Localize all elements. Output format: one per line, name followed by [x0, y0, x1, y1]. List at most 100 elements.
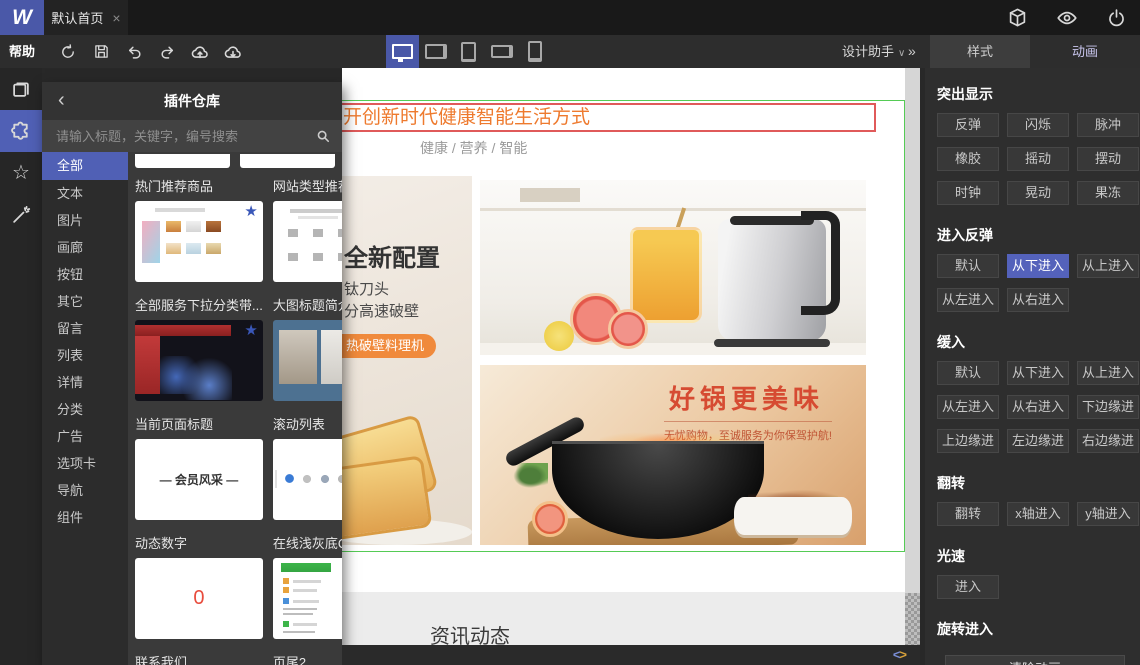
- device-tablet-landscape-button[interactable]: [419, 35, 452, 68]
- redo-icon[interactable]: [155, 40, 179, 64]
- cube-icon[interactable]: [1008, 8, 1027, 27]
- category-广告[interactable]: 广告: [42, 423, 128, 450]
- search-icon[interactable]: [316, 129, 330, 143]
- scrollbar-thumb[interactable]: [905, 593, 920, 645]
- plugin-item[interactable]: 热门推荐商品 ★: [135, 174, 263, 282]
- category-留言[interactable]: 留言: [42, 315, 128, 342]
- animation-button-从左进入[interactable]: 从左进入: [937, 395, 999, 419]
- animation-button-从下进入[interactable]: 从下进入: [1007, 254, 1069, 278]
- plugin-search-input[interactable]: [54, 127, 308, 145]
- animation-button-右边缘进[interactable]: 右边缘进: [1077, 429, 1139, 453]
- animation-button-x轴进入[interactable]: x轴进入: [1007, 502, 1069, 526]
- star-badge-icon[interactable]: ★: [244, 204, 257, 219]
- animation-button-晃动[interactable]: 晃动: [1007, 181, 1069, 205]
- rail-pages-button[interactable]: [0, 68, 42, 110]
- animation-button-时钟[interactable]: 时钟: [937, 181, 999, 205]
- category-文本[interactable]: 文本: [42, 180, 128, 207]
- star-badge-icon[interactable]: ★: [244, 323, 257, 338]
- animation-button-从下进入[interactable]: 从下进入: [1007, 361, 1069, 385]
- animation-button-摆动[interactable]: 摆动: [1077, 147, 1139, 171]
- design-canvas[interactable]: 开创新时代健康智能生活方式 健康 / 营养 / 智能 全新配置 钛刀头 分高速破…: [342, 68, 905, 645]
- canvas-vertical-scrollbar[interactable]: [905, 68, 920, 645]
- cloud-upload-icon[interactable]: [188, 40, 212, 64]
- help-button[interactable]: 帮助: [9, 35, 35, 68]
- animation-button-上边缘进[interactable]: 上边缘进: [937, 429, 999, 453]
- device-phone-portrait-button[interactable]: [518, 35, 551, 68]
- animation-button-从右进入[interactable]: 从右进入: [1007, 395, 1069, 419]
- plugin-item-thumbnail-big-image-switch[interactable]: [272, 320, 342, 401]
- plugin-item-thumbnail-page-title[interactable]: — 会员风采 —: [135, 439, 263, 520]
- rail-favorites-button[interactable]: ☆: [0, 152, 42, 194]
- animation-button-从上进入[interactable]: 从上进入: [1077, 361, 1139, 385]
- plugin-item-thumbnail-services-menu[interactable]: ★: [135, 320, 263, 401]
- plugin-item-partial[interactable]: [240, 154, 335, 168]
- animation-button-果冻[interactable]: 果冻: [1077, 181, 1139, 205]
- category-全部[interactable]: 全部: [42, 152, 128, 180]
- plugin-item[interactable]: 网站类型推荐 ★: [272, 174, 342, 282]
- plugin-item[interactable]: 联系我们: [135, 650, 263, 665]
- animation-button-摇动[interactable]: 摇动: [1007, 147, 1069, 171]
- animation-button-从右进入[interactable]: 从右进入: [1007, 288, 1069, 312]
- category-画廊[interactable]: 画廊: [42, 234, 128, 261]
- save-icon[interactable]: [89, 40, 113, 64]
- clear-animation-button[interactable]: 清除动画: [945, 655, 1125, 665]
- back-chevron-icon[interactable]: ‹: [58, 82, 65, 120]
- animation-button-橡胶[interactable]: 橡胶: [937, 147, 999, 171]
- cloud-download-icon[interactable]: [221, 40, 245, 64]
- plugin-item[interactable]: 滚动列表 ★: [272, 412, 342, 520]
- animation-button-默认[interactable]: 默认: [937, 254, 999, 278]
- power-icon[interactable]: [1107, 8, 1126, 27]
- page-tab[interactable]: 默认首页 ×: [44, 0, 128, 35]
- preview-eye-icon[interactable]: [1057, 8, 1077, 28]
- category-选项卡[interactable]: 选项卡: [42, 450, 128, 477]
- undo-icon[interactable]: [122, 40, 146, 64]
- category-其它[interactable]: 其它: [42, 288, 128, 315]
- animation-button-闪烁[interactable]: 闪烁: [1007, 113, 1069, 137]
- plugin-item-thumbnail-scroll-list[interactable]: ★: [272, 439, 342, 520]
- left-banner-image[interactable]: 全新配置 钛刀头 分高速破壁 热破壁料理机: [342, 176, 472, 545]
- collapse-chevron[interactable]: »: [908, 35, 916, 68]
- plugin-item-thumbnail-qq-service[interactable]: [272, 558, 342, 639]
- rail-plugins-button[interactable]: [0, 110, 42, 152]
- plugin-item-partial[interactable]: [135, 154, 230, 168]
- plugin-item[interactable]: 全部服务下拉分类带... ★: [135, 293, 263, 401]
- device-tablet-portrait-button[interactable]: [452, 35, 485, 68]
- plugin-item[interactable]: 在线浅灰底QQ客服: [272, 531, 342, 639]
- plugin-item[interactable]: 动态数字 0: [135, 531, 263, 639]
- animation-button-默认[interactable]: 默认: [937, 361, 999, 385]
- animation-button-翻转[interactable]: 翻转: [937, 502, 999, 526]
- code-view-icon[interactable]: <>: [893, 647, 907, 662]
- animation-button-从左进入[interactable]: 从左进入: [937, 288, 999, 312]
- plugin-item-thumbnail-dynamic-number[interactable]: 0: [135, 558, 263, 639]
- plugin-item-thumbnail-site-types[interactable]: ★: [272, 201, 342, 282]
- category-分类[interactable]: 分类: [42, 396, 128, 423]
- animation-button-y轴进入[interactable]: y轴进入: [1077, 502, 1139, 526]
- category-按钮[interactable]: 按钮: [42, 261, 128, 288]
- category-导航[interactable]: 导航: [42, 477, 128, 504]
- page-subtitle[interactable]: 健康 / 营养 / 智能: [420, 138, 527, 158]
- tab-animation[interactable]: 动画: [1030, 35, 1140, 68]
- animation-button-脉冲[interactable]: 脉冲: [1077, 113, 1139, 137]
- animation-button-进入[interactable]: 进入: [937, 575, 999, 599]
- device-phone-landscape-button[interactable]: [485, 35, 518, 68]
- kettle-product-image[interactable]: [480, 180, 866, 355]
- wok-banner-image[interactable]: 好锅更美味 无忧购物，至诚服务为你保驾护航! Warm Home: [480, 365, 866, 545]
- tab-style[interactable]: 样式: [930, 35, 1030, 68]
- tab-close-icon[interactable]: ×: [112, 10, 120, 26]
- animation-button-下边缘进[interactable]: 下边缘进: [1077, 395, 1139, 419]
- device-desktop-button[interactable]: [386, 35, 419, 68]
- plugin-item-thumbnail-hot-products[interactable]: ★: [135, 201, 263, 282]
- plugin-item[interactable]: 大图标题简介左右切...: [272, 293, 342, 401]
- design-assistant-dropdown[interactable]: 设计助手 ∨: [842, 35, 905, 68]
- animation-button-从上进入[interactable]: 从上进入: [1077, 254, 1139, 278]
- plugin-item[interactable]: 页尾2: [273, 650, 342, 665]
- rail-wand-button[interactable]: [0, 194, 42, 236]
- animation-button-左边缘进[interactable]: 左边缘进: [1007, 429, 1069, 453]
- app-logo[interactable]: W: [0, 0, 44, 35]
- category-组件[interactable]: 组件: [42, 504, 128, 531]
- selected-title-element[interactable]: 开创新时代健康智能生活方式: [342, 103, 876, 132]
- category-图片[interactable]: 图片: [42, 207, 128, 234]
- refresh-icon[interactable]: [56, 40, 80, 64]
- category-列表[interactable]: 列表: [42, 342, 128, 369]
- plugin-item[interactable]: 当前页面标题 — 会员风采 —: [135, 412, 263, 520]
